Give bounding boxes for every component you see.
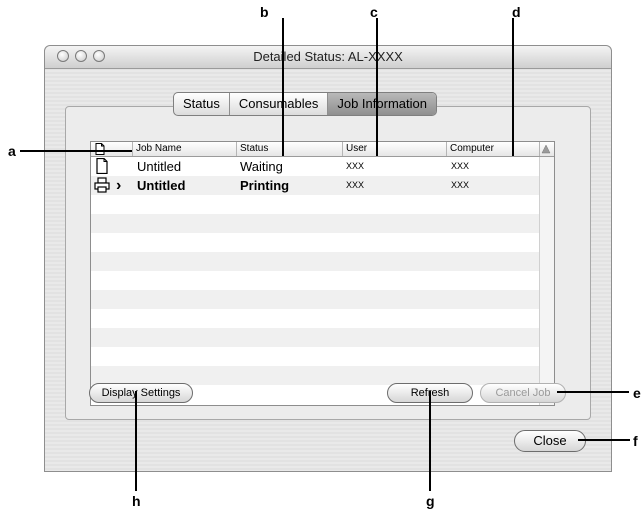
table-row (91, 195, 554, 214)
callout-line-f (578, 439, 630, 441)
callout-line-d (512, 18, 514, 156)
status-cell: Waiting (240, 159, 283, 174)
cancel-job-button: Cancel Job (480, 383, 566, 403)
header-job-name[interactable]: Job Name (133, 142, 237, 156)
callout-h: h (132, 493, 141, 509)
vertical-scrollbar[interactable] (539, 157, 554, 405)
header-user[interactable]: User (343, 142, 447, 156)
callout-d: d (512, 4, 521, 20)
table-row[interactable]: Untitled Waiting XXX XXX (91, 157, 554, 176)
tab-consumables[interactable]: Consumables (230, 93, 329, 115)
callout-line-c (376, 18, 378, 156)
table-row[interactable]: › Untitled Printing XXX XXX (91, 176, 554, 195)
callout-line-g (429, 391, 431, 491)
callout-line-e (557, 391, 629, 393)
user-cell: XXX (346, 161, 365, 171)
window-title: Detailed Status: AL-XXXX (253, 49, 403, 64)
table-row (91, 233, 554, 252)
table-row (91, 214, 554, 233)
status-cell: Printing (240, 178, 290, 193)
header-icon-column[interactable] (91, 142, 133, 156)
callout-b: b (260, 4, 269, 20)
callout-g: g (426, 493, 435, 509)
job-name-cell: Untitled (137, 159, 182, 174)
table-row (91, 347, 554, 366)
table-row (91, 309, 554, 328)
callout-c: c (370, 4, 378, 20)
job-name-cell: Untitled (137, 178, 186, 193)
tab-bar: Status Consumables Job Information (173, 92, 437, 116)
scroll-up-arrow-icon[interactable] (540, 142, 554, 156)
job-table: Job Name Status User Computer Untitled W… (90, 141, 555, 406)
tab-job-information[interactable]: Job Information (328, 93, 436, 115)
callout-line-a (20, 150, 132, 152)
callout-line-b (282, 18, 284, 156)
header-computer[interactable]: Computer (447, 142, 540, 156)
header-status[interactable]: Status (237, 142, 343, 156)
table-row (91, 271, 554, 290)
callout-a: a (8, 143, 16, 159)
detailed-status-window: Detailed Status: AL-XXXX Status Consumab… (44, 45, 612, 472)
user-cell: XXX (346, 180, 365, 190)
callout-f: f (633, 433, 638, 449)
printer-icon (94, 177, 110, 193)
document-icon (96, 158, 108, 174)
computer-cell: XXX (451, 180, 470, 190)
callout-e: e (633, 385, 641, 401)
table-header: Job Name Status User Computer (91, 142, 554, 157)
close-button[interactable]: Close (514, 430, 586, 452)
computer-cell: XXX (451, 161, 470, 171)
document-icon (95, 143, 105, 155)
display-settings-button[interactable]: Display Settings (89, 383, 193, 403)
table-row (91, 252, 554, 271)
title-bar: Detailed Status: AL-XXXX (45, 46, 611, 69)
table-body: Untitled Waiting XXX XXX › Untitled Prin… (91, 157, 554, 404)
current-job-marker-icon: › (116, 177, 122, 194)
table-row (91, 328, 554, 347)
table-row (91, 290, 554, 309)
tab-status[interactable]: Status (174, 93, 230, 115)
callout-line-h (135, 391, 137, 491)
